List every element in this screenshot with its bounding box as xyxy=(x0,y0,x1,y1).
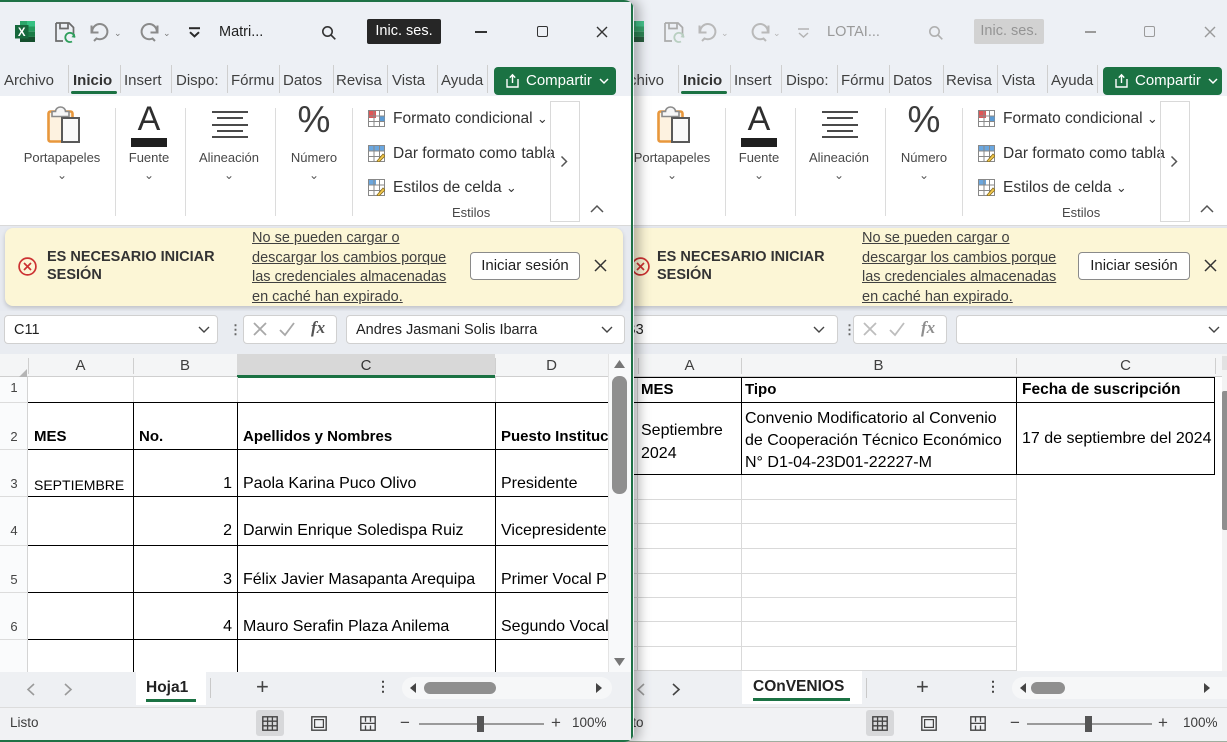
svg-text:X: X xyxy=(18,27,26,39)
